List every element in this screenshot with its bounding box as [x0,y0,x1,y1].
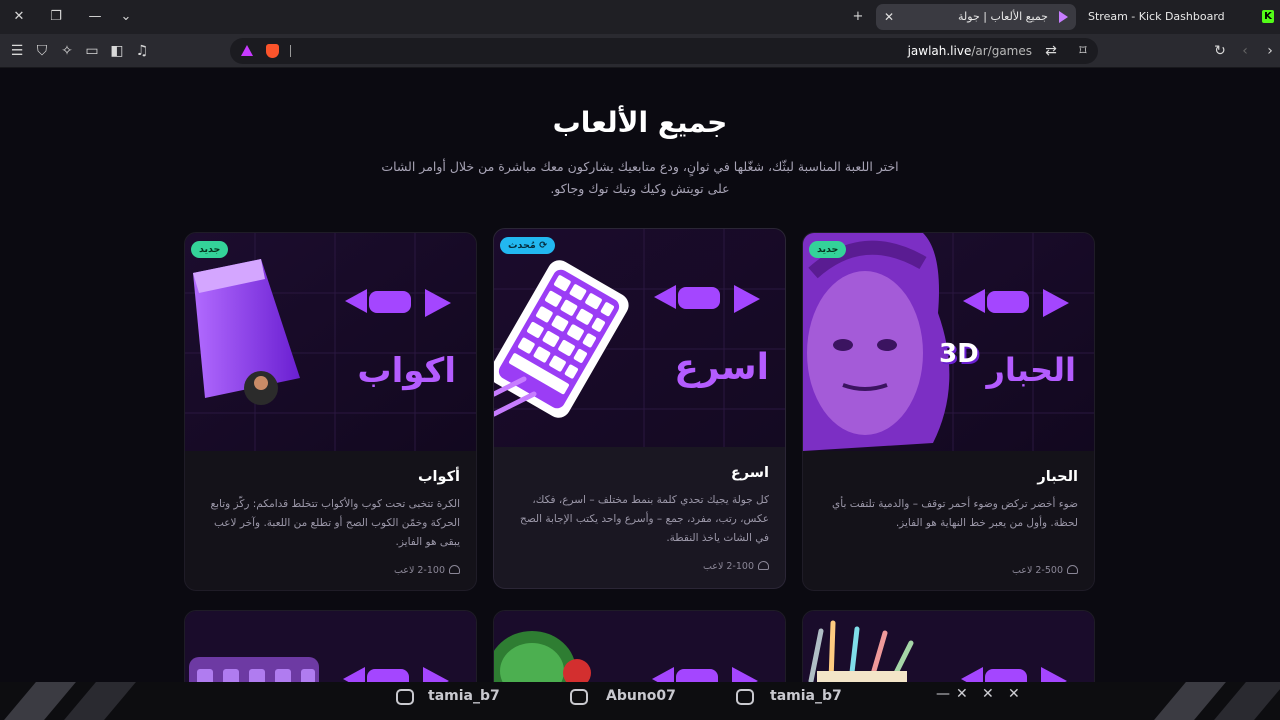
overlay-stripe [1154,682,1226,720]
game-thumbnail: 3D الحبار جديد [803,233,1094,451]
tab-title: جميع الألعاب | جولة [958,10,1048,23]
overlay-x-icon: ✕ [956,686,968,702]
game-card-squid[interactable]: 3D الحبار جديد الحبار ضوء أخضر تركض وضوء… [802,232,1095,591]
tab-games[interactable]: ✕ جميع الألعاب | جولة [876,4,1076,30]
extensions-icon[interactable]: ✧ [58,42,76,60]
address-bar[interactable]: jawlah.live/ar/games ⇄ [230,38,1098,64]
brave-shields-icon[interactable] [266,44,279,58]
youtube-handle: Abuno07 [606,688,676,704]
forward-icon[interactable]: › [1261,42,1279,60]
users-icon [758,561,769,570]
game-title: اسرع [730,465,769,481]
page-subtitle: اختر اللعبة المناسبة لبثّك، شغّلها في ثو… [340,156,940,200]
reload-icon[interactable]: ↻ [1211,42,1229,60]
overlay-x-icon: ✕ [982,686,994,702]
new-badge: جديد [191,241,229,258]
sidebar-icon[interactable]: ◧ [108,42,126,60]
overlay-stripe [64,682,136,720]
tab-list-chevron-icon[interactable]: ⌄ [115,7,137,27]
browser-toolbar: ☰ ⛉ ✧ ▭ ◧ ♫ jawlah.live/ar/games ⇄ ⌑ ↻ ‹… [0,34,1280,68]
menu-icon[interactable]: ☰ [8,42,26,60]
thumb-game-name: الحبار [986,351,1076,389]
game-thumbnail: اسرع ⟳ مُحدث [494,229,785,447]
minimize-window-icon[interactable]: — [84,7,106,27]
game-card-fastest[interactable]: اسرع ⟳ مُحدث اسرع كل جولة يجيك تحدي كلمة… [493,228,786,589]
new-badge: جديد [809,241,847,258]
twitter-handle: tamia_b7 [770,688,842,704]
site-settings-icon[interactable]: ⇄ [1042,42,1060,60]
overlay-x-icon: ✕ [1008,686,1020,702]
page-title: جميع الألعاب [552,106,728,139]
game-title: أكواب [417,469,460,485]
text-cursor [290,45,291,57]
instagram-handle: tamia_b7 [428,688,500,704]
game-title: الحبار [1037,469,1078,485]
refresh-icon: ⟳ [535,240,548,251]
twitter-icon [736,689,754,705]
thumb-game-name: اكواب [357,351,456,391]
game-thumbnail: اكواب جديد [185,233,476,451]
thumb-game-name: اسرع [674,347,769,388]
player-count-label: 2-100 لاعب [702,561,754,572]
new-tab-icon[interactable]: + [847,7,869,27]
close-tab-icon[interactable]: ✕ [884,4,894,30]
overlay-dash-icon: — [936,686,950,702]
youtube-icon [570,689,588,705]
player-count: 2-100 لاعب [394,565,460,576]
wallet-icon[interactable]: ▭ [83,42,101,60]
url-path: /ar/games [971,44,1032,58]
player-count: 2-500 لاعب [1012,565,1078,576]
subtitle-line-2: على تويتش وكيك وتيك توك وجاكو. [550,181,730,196]
badge-label: مُحدث [508,240,536,251]
close-window-icon[interactable]: ✕ [8,7,30,27]
url-text[interactable]: jawlah.live/ar/games [908,38,1032,64]
browser-tabbar: ✕ ❐ — ⌄ + ✕ جميع الألعاب | جولة Stream -… [0,0,1280,34]
overlay-stripe [4,682,76,720]
users-icon [1067,565,1078,574]
thumb-3d-tag: 3D [939,339,979,369]
restore-window-icon[interactable]: ❐ [45,7,67,27]
brave-rewards-icon[interactable] [241,45,253,56]
instagram-icon [396,689,414,705]
jawlah-favicon-icon [1059,11,1068,23]
stream-overlay-bar: tamia_b7 Abuno07 tamia_b7 — ✕ ✕ ✕ [0,682,1280,720]
tab-title: Stream - Kick Dashboard [1088,10,1225,23]
url-host: jawlah.live [907,44,972,58]
player-count-label: 2-100 لاعب [393,565,445,576]
kick-favicon-icon: K [1262,10,1274,23]
back-icon[interactable]: ‹ [1236,42,1254,60]
tab-kick-dashboard[interactable]: Stream - Kick Dashboard [1082,4,1262,30]
shield-icon[interactable]: ⛉ [33,42,51,60]
game-card-cups[interactable]: اكواب جديد أكواب الكرة تتخبى تحت كوب وال… [184,232,477,591]
updated-badge: ⟳ مُحدث [500,237,556,254]
music-icon[interactable]: ♫ [133,42,151,60]
subtitle-line-1: اختر اللعبة المناسبة لبثّك، شغّلها في ثو… [381,159,899,174]
games-page: جميع الألعاب اختر اللعبة المناسبة لبثّك،… [0,68,1280,720]
bookmark-icon[interactable]: ⌑ [1074,42,1092,60]
overlay-stripe [1214,682,1280,720]
player-count-label: 2-500 لاعب [1011,565,1063,576]
player-count: 2-100 لاعب [703,561,769,572]
game-description: ضوء أخضر تركض وضوء أحمر توقف – والدمية ت… [832,498,1078,529]
game-description: الكرة تتخبى تحت كوب والأكواب تتخلط قدامك… [210,498,461,548]
game-description: كل جولة يجيك تحدي كلمة بنمط مختلف – اسرع… [520,494,769,544]
users-icon [449,565,460,574]
